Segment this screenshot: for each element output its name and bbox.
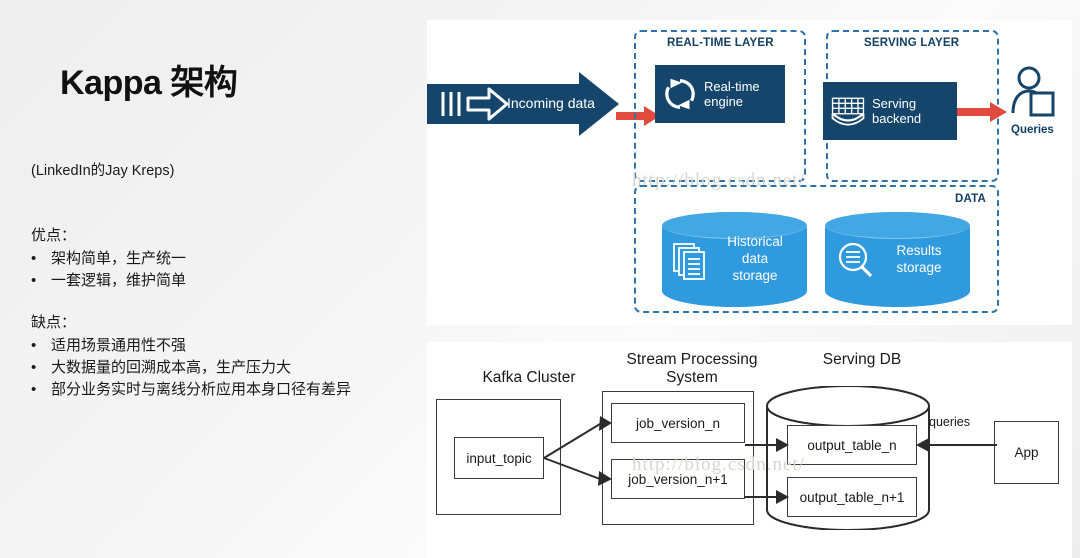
output-table-n-label: output_table_n bbox=[807, 437, 897, 453]
job-version-n-plus-1-label: job_version_n+1 bbox=[628, 471, 728, 487]
store-label-line3: storage bbox=[732, 267, 778, 283]
slide-body: 优点： • 架构简单，生产统一 • 一套逻辑，维护简单 缺点： • 适用场景通用… bbox=[31, 225, 361, 401]
node-label-line1: Real-time bbox=[704, 78, 760, 94]
stream-processing-title: Stream Processing System bbox=[587, 351, 797, 386]
bullet-marker: • bbox=[31, 250, 37, 268]
job-version-n-label: job_version_n bbox=[635, 415, 721, 431]
list-item: • 部分业务实时与离线分析应用本身口径有差异 bbox=[31, 379, 361, 401]
app-label: App bbox=[1014, 445, 1039, 460]
stream-processing-title-line1: Stream Processing bbox=[626, 351, 758, 368]
serving-db-title: Serving DB bbox=[822, 351, 902, 368]
store-label-line1: Results bbox=[896, 242, 942, 258]
bullet-text: 部分业务实时与离线分析应用本身口径有差异 bbox=[51, 381, 352, 399]
bullet-marker: • bbox=[31, 381, 37, 399]
results-storage-node: Results storage bbox=[825, 212, 970, 307]
kappa-architecture-diagram: Incoming data REAL-TIME LAYER Real-time … bbox=[427, 20, 1072, 325]
input-topic-node: input_topic bbox=[454, 437, 544, 479]
bullet-text: 适用场景通用性不强 bbox=[51, 337, 187, 355]
output-table-n-node: output_table_n bbox=[787, 425, 917, 465]
list-item: • 架构简单，生产统一 bbox=[31, 248, 361, 270]
output-table-n-plus-1-node: output_table_n+1 bbox=[787, 477, 917, 517]
data-layer-label: DATA bbox=[955, 193, 987, 205]
queries-label: Queries bbox=[1011, 124, 1054, 136]
list-item: • 大数据量的回溯成本高，生产压力大 bbox=[31, 357, 361, 379]
bullet-marker: • bbox=[31, 272, 37, 290]
person-query-icon bbox=[1011, 66, 1055, 117]
bullet-text: 大数据量的回溯成本高，生产压力大 bbox=[51, 359, 292, 377]
input-topic-label: input_topic bbox=[466, 450, 532, 466]
store-label-line2: data bbox=[741, 251, 769, 267]
slide-subtitle: (LinkedIn的Jay Kreps) bbox=[31, 163, 175, 179]
pipeline-arrow-icon bbox=[745, 490, 789, 504]
list-item: • 适用场景通用性不强 bbox=[31, 335, 361, 357]
node-label-line2: backend bbox=[872, 111, 922, 126]
pipeline-arrow-icon bbox=[745, 438, 789, 452]
search-list-icon bbox=[838, 242, 873, 277]
pipeline-arrow-icon bbox=[543, 457, 612, 486]
results-storage-label: Results storage bbox=[877, 243, 961, 277]
section-heading-pros: 优点： bbox=[31, 227, 77, 244]
documents-stack-icon bbox=[673, 242, 705, 280]
store-label-line1: Historical bbox=[727, 234, 783, 250]
kappa-pipeline-diagram: Kafka Cluster Stream Processing System S… bbox=[427, 342, 1072, 558]
bullet-text: 一套逻辑，维护简单 bbox=[51, 272, 187, 290]
job-version-n-node: job_version_n bbox=[611, 403, 745, 443]
incoming-data-label: Incoming data bbox=[507, 95, 595, 111]
queries-arrow-icon bbox=[916, 438, 997, 452]
historical-data-storage-node: Historical data storage bbox=[662, 212, 807, 307]
app-node: App bbox=[994, 421, 1059, 484]
flow-arrow-icon bbox=[957, 102, 1007, 122]
real-time-engine-label: Real-time engine bbox=[704, 79, 760, 110]
section-heading-cons: 缺点： bbox=[31, 314, 77, 332]
page-title: Kappa 架构 bbox=[60, 64, 238, 102]
store-label-line2: storage bbox=[896, 259, 942, 275]
node-label-line2: engine bbox=[704, 94, 744, 109]
real-time-layer-label: REAL-TIME LAYER bbox=[667, 37, 774, 49]
kafka-cluster-title: Kafka Cluster bbox=[482, 369, 576, 386]
bullet-text: 架构简单，生产统一 bbox=[51, 250, 187, 268]
serving-backend-node: Serving backend bbox=[823, 82, 957, 140]
stream-processing-title-line2: System bbox=[666, 368, 718, 386]
real-time-engine-node: Real-time engine bbox=[655, 65, 785, 123]
serving-backend-label: Serving backend bbox=[872, 96, 921, 127]
serving-layer-label: SERVING LAYER bbox=[864, 37, 960, 49]
grid-table-icon bbox=[831, 97, 865, 126]
historical-data-storage-label: Historical data storage bbox=[712, 234, 798, 285]
output-table-n-plus-1-label: output_table_n+1 bbox=[799, 489, 905, 505]
bullet-marker: • bbox=[31, 337, 37, 355]
job-version-n-plus-1-node: job_version_n+1 bbox=[611, 459, 745, 499]
queries-edge-label: queries bbox=[929, 415, 970, 429]
list-item: • 一套逻辑，维护简单 bbox=[31, 270, 361, 292]
node-label-line1: Serving bbox=[872, 95, 917, 111]
slide-text-column: Kappa 架构 (LinkedIn的Jay Kreps) 优点： • 架构简单… bbox=[0, 0, 427, 558]
bullet-marker: • bbox=[31, 359, 37, 377]
refresh-cycle-icon bbox=[665, 78, 695, 110]
